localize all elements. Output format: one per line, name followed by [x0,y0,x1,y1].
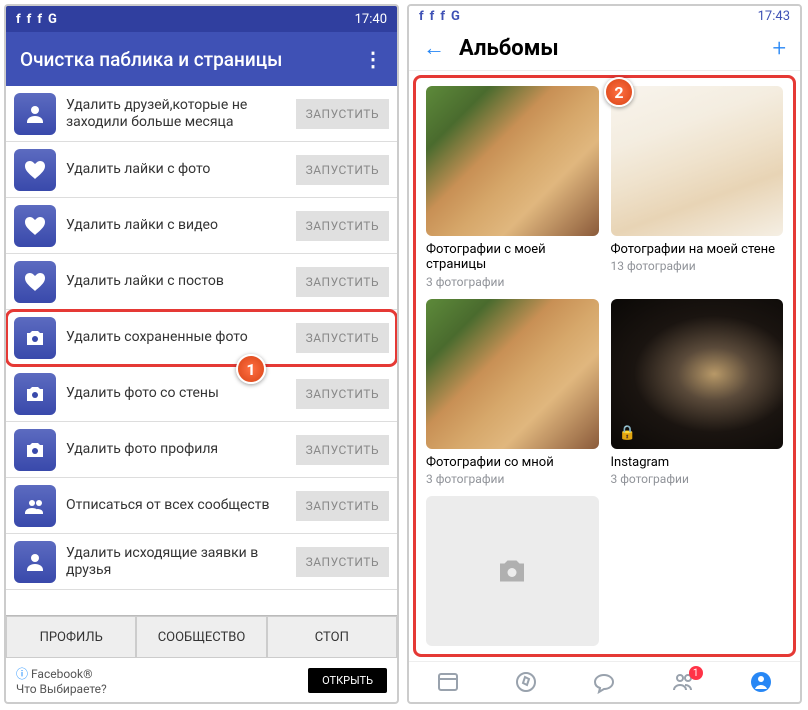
item-label: Удалить лайки с фото [66,161,286,178]
menu-icon[interactable]: ⋮ [363,47,383,71]
album-item-new[interactable] [426,496,599,646]
callout-2: 2 [604,77,634,107]
album-thumbnail [611,86,784,236]
google-icon: G [48,12,57,27]
bottom-nav: 1 [409,661,800,702]
phone-right: f f f G 17:43 ← Альбомы + Фотографии с м… [407,4,802,704]
list-item[interactable]: Удалить лайки с постов ЗАПУСТИТЬ [6,254,397,310]
list-item[interactable]: Удалить фото со стены ЗАПУСТИТЬ [6,366,397,422]
tab-stop[interactable]: СТОП [267,616,397,658]
item-label: Удалить исходящие заявки в друзья [66,545,286,579]
album-item[interactable]: Фотографии на моей стене 13 фотографии [611,86,784,289]
item-label: Удалить сохраненные фото [66,329,286,346]
list-item[interactable]: Удалить исходящие заявки в друзья ЗАПУСТ… [6,534,397,590]
list-item[interactable]: Удалить лайки с видео ЗАПУСТИТЬ [6,198,397,254]
list-item-delete-saved-photos[interactable]: Удалить сохраненные фото ЗАПУСТИТЬ [6,310,397,366]
album-title: Фотографии с моей страницы [426,242,599,273]
action-list: Удалить друзей,которые не заходили больш… [6,86,397,615]
album-item[interactable]: 🔒 Instagram 3 фотографии [611,299,784,487]
ad-banner[interactable]: Facebook® Что Выбираете? ОТКРЫТЬ [6,658,397,702]
run-button[interactable]: ЗАПУСТИТЬ [296,435,389,465]
tab-profile[interactable]: ПРОФИЛЬ [6,616,136,658]
status-icons: f f f G [419,9,460,24]
item-label: Удалить лайки с постов [66,273,286,290]
album-count: 3 фотографии [426,472,599,486]
nav-news-icon[interactable] [436,670,460,694]
list-item[interactable]: Удалить лайки с фото ЗАПУСТИТЬ [6,142,397,198]
list-item[interactable]: Отписаться от всех сообществ ЗАПУСТИТЬ [6,478,397,534]
facebook-icon: f [440,9,445,24]
camera-icon [14,317,56,359]
callout-1: 1 [236,354,266,384]
badge: 1 [689,666,703,680]
lock-icon: 🔒 [619,425,636,441]
ad-subtitle: Что Выбираете? [16,682,107,696]
clock: 17:43 [758,9,790,24]
album-thumbnail: 🔒 [611,299,784,449]
phone-left: f f f G 17:40 Очистка паблика и страницы… [4,4,399,704]
camera-icon [14,373,56,415]
nav-friends-icon[interactable]: 1 [671,670,695,694]
facebook-icon: f [430,9,435,24]
album-title: Фотографии со мной [426,455,599,471]
ad-open-button[interactable]: ОТКРЫТЬ [308,668,387,693]
page-title: Альбомы [459,36,772,61]
tab-community[interactable]: СООБЩЕСТВО [136,616,266,658]
run-button[interactable]: ЗАПУСТИТЬ [296,491,389,521]
list-item[interactable]: Удалить фото профиля ЗАПУСТИТЬ [6,422,397,478]
clock: 17:40 [355,12,387,27]
nav-discover-icon[interactable] [514,670,538,694]
nav-messages-icon[interactable] [592,670,616,694]
run-button[interactable]: ЗАПУСТИТЬ [296,211,389,241]
heart-icon [14,149,56,191]
albums-grid: Фотографии с моей страницы 3 фотографии … [413,75,796,658]
google-icon: G [451,9,460,24]
item-label: Удалить друзей,которые не заходили больш… [66,97,286,131]
album-thumbnail [426,86,599,236]
list-item[interactable]: Удалить друзей,которые не заходили больш… [6,86,397,142]
facebook-icon: f [419,9,424,24]
heart-icon [14,205,56,247]
item-label: Отписаться от всех сообществ [66,497,286,514]
ad-title: Facebook® [16,665,107,682]
item-label: Удалить фото профиля [66,441,286,458]
album-title: Фотографии на моей стене [611,242,784,258]
album-count: 3 фотографии [611,472,784,486]
facebook-icon: f [16,12,21,27]
run-button[interactable]: ЗАПУСТИТЬ [296,267,389,297]
app-bar: Очистка паблика и страницы ⋮ [6,32,397,86]
run-button[interactable]: ЗАПУСТИТЬ [296,547,389,577]
status-bar: f f f G 17:40 [6,6,397,32]
album-item[interactable]: Фотографии с моей страницы 3 фотографии [426,86,599,289]
person-icon [14,93,56,135]
run-button[interactable]: ЗАПУСТИТЬ [296,379,389,409]
run-button[interactable]: ЗАПУСТИТЬ [296,323,389,353]
group-icon [14,485,56,527]
album-thumbnail [426,299,599,449]
item-label: Удалить лайки с видео [66,217,286,234]
album-title: Instagram [611,455,784,471]
heart-icon [14,261,56,303]
camera-icon [426,496,599,646]
bottom-tabs: ПРОФИЛЬ СООБЩЕСТВО СТОП [6,615,397,658]
album-item[interactable]: Фотографии со мной 3 фотографии [426,299,599,487]
add-icon[interactable]: + [772,34,786,62]
facebook-icon: f [37,12,42,27]
item-label: Удалить фото со стены [66,385,286,402]
facebook-icon: f [27,12,32,27]
back-icon[interactable]: ← [423,35,445,61]
album-count: 13 фотографии [611,259,784,273]
run-button[interactable]: ЗАПУСТИТЬ [296,99,389,129]
person-icon [14,541,56,583]
camera-icon [14,429,56,471]
run-button[interactable]: ЗАПУСТИТЬ [296,155,389,185]
page-title: Очистка паблика и страницы [20,48,282,71]
status-icons: f f f G [16,12,57,27]
status-bar: f f f G 17:43 [409,6,800,27]
nav-profile-icon[interactable] [749,670,773,694]
app-bar: ← Альбомы + [409,27,800,71]
album-count: 3 фотографии [426,275,599,289]
